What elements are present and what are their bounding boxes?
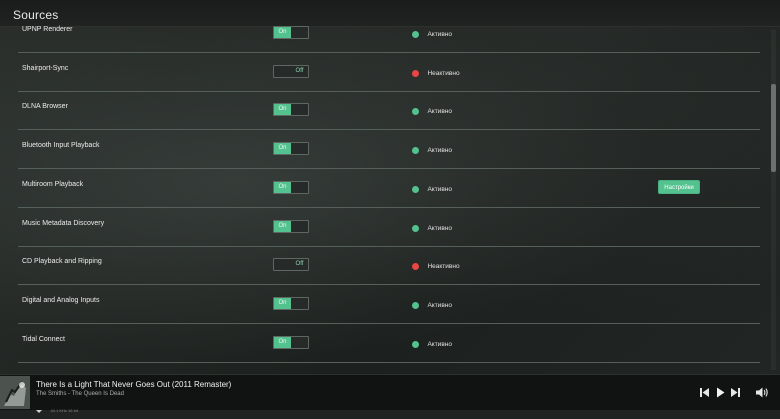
toggle-label: On [274, 27, 291, 38]
status-dot-icon [412, 225, 419, 233]
source-toggle[interactable]: On [273, 336, 309, 349]
track-title[interactable]: There Is a Light That Never Goes Out (20… [36, 380, 231, 389]
scrollbar-thumb[interactable] [771, 84, 776, 172]
album-art[interactable] [0, 376, 30, 409]
source-name: Digital and Analog Inputs [22, 297, 100, 304]
source-status: Активно [412, 103, 452, 116]
source-toggle[interactable]: On [273, 26, 309, 39]
source-status: Активно [412, 297, 452, 310]
source-status: Активно [412, 26, 452, 39]
status-dot-icon [412, 31, 419, 39]
status-dot-icon [412, 186, 419, 194]
status-label: Активно [427, 225, 452, 233]
status-dot-icon [412, 108, 419, 116]
track-artist[interactable]: The Smiths - The Queen Is Dead [36, 391, 124, 397]
source-status: Неактивно [412, 65, 460, 78]
status-label: Активно [427, 108, 452, 116]
source-row: UPNP Renderer On Активно [18, 14, 760, 53]
player-bar: There Is a Light That Never Goes Out (20… [0, 374, 780, 413]
source-row: CD Playback and Ripping Off Неактивно [18, 246, 760, 285]
source-row: Bluetooth Input Playback On Активно [18, 130, 760, 169]
status-dot-icon [412, 341, 419, 349]
status-dot-icon [412, 70, 419, 78]
chevron-down-icon[interactable] [36, 401, 42, 419]
status-dot-icon [412, 147, 419, 155]
source-status: Активно [412, 220, 452, 233]
source-name: Multiroom Playback [22, 181, 84, 188]
source-name: UPNP Renderer [22, 26, 73, 33]
source-name: Shairport-Sync [22, 65, 69, 72]
status-label: Активно [427, 147, 452, 155]
toggle-label: On [274, 337, 291, 348]
source-row: Digital and Analog Inputs On Активно [18, 285, 760, 324]
settings-button[interactable]: Настройки [658, 180, 700, 194]
toggle-label: On [274, 104, 291, 115]
source-toggle[interactable]: On [273, 103, 309, 116]
play-icon[interactable] [716, 387, 725, 398]
source-toggle[interactable]: On [273, 220, 309, 233]
source-name: Music Metadata Discovery [22, 220, 105, 227]
toggle-label: Off [295, 68, 304, 74]
source-toggle[interactable]: Off [273, 65, 309, 78]
source-toggle[interactable]: Off [273, 258, 309, 271]
toggle-label: On [274, 298, 291, 309]
source-name: Bluetooth Input Playback [22, 142, 100, 149]
toggle-label: On [274, 182, 291, 193]
scrollbar[interactable] [771, 30, 776, 370]
source-status: Неактивно [412, 258, 460, 271]
status-label: Активно [427, 186, 452, 194]
sources-list: UPNP Renderer On Активно Shairport-Sync … [12, 14, 760, 374]
status-dot-icon [412, 263, 419, 271]
source-row: Tidal Connect On Активно [18, 324, 760, 363]
album-art-image [0, 376, 30, 409]
quality-label: 44.1 KHz 16 bit [50, 407, 78, 413]
volume-icon[interactable] [756, 387, 769, 398]
source-row: Shairport-Sync Off Неактивно [18, 53, 760, 92]
toggle-label: On [274, 143, 291, 154]
source-toggle[interactable]: On [273, 181, 309, 194]
status-label: Неактивно [427, 70, 460, 78]
status-label: Активно [427, 302, 452, 310]
status-label: Активно [427, 31, 452, 39]
status-label: Активно [427, 341, 452, 349]
source-status: Активно [412, 142, 452, 155]
source-row: Multiroom Playback On Активно Настройки [18, 169, 760, 208]
status-dot-icon [412, 302, 419, 310]
source-status: Активно [412, 336, 452, 349]
source-toggle[interactable]: On [273, 297, 309, 310]
quality-info: 44.1 KHz 16 bit [36, 401, 78, 413]
toggle-label: Off [295, 261, 304, 267]
status-label: Неактивно [427, 263, 460, 271]
source-toggle[interactable]: On [273, 142, 309, 155]
toggle-label: On [274, 221, 291, 232]
source-row: DLNA Browser On Активно [18, 91, 760, 130]
source-status: Активно [412, 181, 452, 194]
source-row: Music Metadata Discovery On Активно [18, 208, 760, 247]
source-name: DLNA Browser [22, 103, 68, 110]
source-name: CD Playback and Ripping [22, 258, 102, 265]
source-name: Tidal Connect [22, 336, 65, 343]
skip-previous-icon[interactable] [700, 387, 709, 398]
skip-next-icon[interactable] [731, 387, 740, 398]
